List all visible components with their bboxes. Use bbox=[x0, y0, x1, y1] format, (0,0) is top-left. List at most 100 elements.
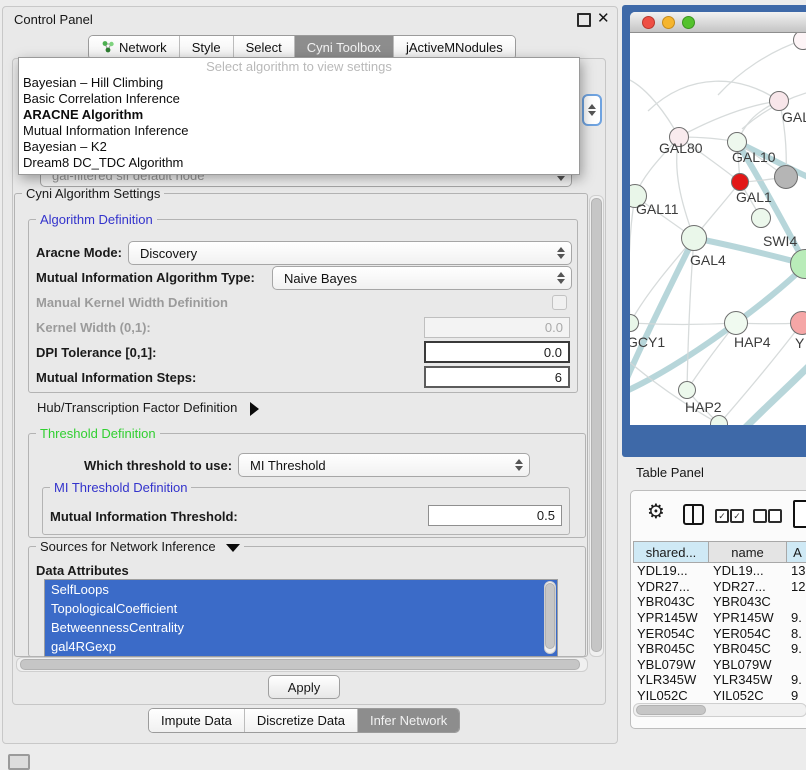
column-header-partial[interactable]: A bbox=[787, 541, 806, 563]
table-row[interactable]: YDL19...YDL19...13 bbox=[633, 563, 806, 579]
checked-checkbox-icon[interactable]: ✓ bbox=[730, 509, 744, 523]
network-node-gal4[interactable] bbox=[681, 225, 707, 251]
column-header-name[interactable]: name bbox=[709, 541, 787, 563]
unchecked-checkbox-icon[interactable] bbox=[768, 509, 782, 523]
mi-steps-field[interactable]: 6 bbox=[424, 366, 570, 388]
tab-discretize-data[interactable]: Discretize Data bbox=[245, 709, 358, 732]
network-node-swi4[interactable] bbox=[751, 208, 771, 228]
unchecked-checkbox-icon[interactable] bbox=[753, 509, 767, 523]
network-canvas[interactable]: GALGAL80GAL10GAL1GAL11SWI4GAL4GCY1HAP4YH… bbox=[630, 33, 806, 425]
tab-impute-data[interactable]: Impute Data bbox=[149, 709, 245, 732]
attributes-scrollbar[interactable] bbox=[544, 581, 556, 654]
table-panel: ⚙ ✓ ✓ shared... name A YDL19...YDL19...1… bbox=[630, 490, 806, 729]
node-label: GAL4 bbox=[690, 252, 726, 268]
which-threshold-combo[interactable]: MI Threshold bbox=[238, 453, 530, 477]
settings-vertical-scrollbar[interactable] bbox=[589, 195, 604, 657]
table-cell: YBR043C bbox=[709, 594, 787, 609]
tab-cyni-toolbox-label: Cyni Toolbox bbox=[307, 40, 381, 55]
network-node[interactable] bbox=[774, 165, 798, 189]
algorithm-option[interactable]: Dream8 DC_TDC Algorithm bbox=[19, 155, 579, 171]
mi-threshold-field[interactable]: 0.5 bbox=[428, 505, 562, 526]
node-label: Y bbox=[795, 335, 804, 351]
close-icon[interactable]: ✕ bbox=[597, 9, 610, 27]
network-node-gal[interactable] bbox=[769, 91, 789, 111]
algorithm-option[interactable]: Mutual Information Inference bbox=[19, 123, 579, 139]
manual-kernel-width-checkbox[interactable] bbox=[552, 295, 567, 310]
tab-jactivemnodules[interactable]: jActiveMNodules bbox=[394, 36, 515, 59]
data-attribute-item[interactable]: BetweennessCentrality bbox=[45, 618, 557, 637]
table-cell: YDR27... bbox=[709, 579, 787, 594]
table-cell: 12 bbox=[787, 579, 806, 594]
chevron-updown-icon bbox=[515, 459, 523, 471]
network-desktop-frame: GALGAL80GAL10GAL1GAL11SWI4GAL4GCY1HAP4YH… bbox=[622, 5, 806, 457]
node-label: SWI4 bbox=[763, 233, 797, 249]
node-label: GAL80 bbox=[659, 140, 703, 156]
check-icon: ✓ bbox=[718, 511, 726, 522]
chevron-updown-icon bbox=[557, 247, 565, 259]
algorithm-dropdown-list: Bayesian – Hill ClimbingBasic Correlatio… bbox=[19, 75, 579, 171]
table-row[interactable]: YDR27...YDR27...12 bbox=[633, 579, 806, 595]
checked-checkbox-icon[interactable]: ✓ bbox=[715, 509, 729, 523]
tab-select[interactable]: Select bbox=[234, 36, 295, 59]
apply-button[interactable]: Apply bbox=[268, 675, 340, 699]
zoom-traffic-light-icon[interactable] bbox=[682, 16, 695, 29]
algorithm-definition-title: Algorithm Definition bbox=[36, 212, 157, 227]
data-attributes-label: Data Attributes bbox=[36, 563, 129, 578]
network-window-titlebar[interactable] bbox=[630, 12, 806, 33]
mi-algorithm-type-label: Mutual Information Algorithm Type: bbox=[36, 270, 255, 285]
table-cell: 9. bbox=[787, 672, 806, 687]
data-attribute-item[interactable]: SelfLoops bbox=[45, 580, 557, 599]
algorithm-option[interactable]: ARACNE Algorithm bbox=[19, 107, 579, 123]
kernel-width-label: Kernel Width (0,1): bbox=[36, 320, 151, 335]
data-attributes-list[interactable]: SelfLoopsTopologicalCoefficientBetweenne… bbox=[44, 579, 558, 657]
table-panel-title: Table Panel bbox=[636, 465, 704, 480]
dpi-tolerance-label: DPI Tolerance [0,1]: bbox=[36, 345, 156, 360]
table-row[interactable]: YBR043CYBR043C bbox=[633, 594, 806, 610]
tab-infer-network[interactable]: Infer Network bbox=[358, 709, 459, 732]
aracne-mode-value: Discovery bbox=[140, 246, 197, 261]
expand-right-icon bbox=[250, 402, 259, 416]
mi-algorithm-type-combo[interactable]: Naive Bayes bbox=[272, 266, 572, 290]
algorithm-option[interactable]: Bayesian – Hill Climbing bbox=[19, 75, 579, 91]
table-cell: 9 bbox=[787, 688, 806, 701]
data-attribute-item[interactable]: gal4RGexp bbox=[45, 637, 557, 656]
sources-title-row[interactable]: Sources for Network Inference bbox=[36, 539, 244, 554]
column-header-shared-name[interactable]: shared... bbox=[633, 541, 709, 563]
tab-discretize-data-label: Discretize Data bbox=[257, 713, 345, 728]
algorithm-dropdown: Select algorithm to view settings Bayesi… bbox=[18, 57, 580, 175]
algorithm-option[interactable]: Bayesian – K2 bbox=[19, 139, 579, 155]
table-row[interactable]: YPR145WYPR145W9. bbox=[633, 610, 806, 626]
table-cell: YER054C bbox=[709, 626, 787, 641]
network-node-hap2[interactable] bbox=[678, 381, 696, 399]
inference-algorithm-combo-fragment[interactable] bbox=[582, 94, 602, 126]
settings-horizontal-scrollbar[interactable] bbox=[16, 657, 588, 672]
network-icon bbox=[101, 40, 114, 56]
algorithm-option[interactable]: Basic Correlation Inference bbox=[19, 91, 579, 107]
table-row[interactable]: YBL079WYBL079W bbox=[633, 657, 806, 673]
node-label: GAL1 bbox=[736, 189, 772, 205]
table-horizontal-scrollbar[interactable] bbox=[633, 703, 806, 717]
columns-icon[interactable] bbox=[683, 504, 704, 525]
minimize-traffic-light-icon[interactable] bbox=[662, 16, 675, 29]
mi-threshold-value: 0.5 bbox=[537, 508, 555, 523]
float-window-icon[interactable] bbox=[577, 13, 591, 27]
table-row[interactable]: YLR345WYLR345W9. bbox=[633, 672, 806, 688]
tab-style[interactable]: Style bbox=[180, 36, 234, 59]
table-cell: 9. bbox=[787, 641, 806, 656]
mi-steps-value: 6 bbox=[555, 370, 562, 385]
dpi-tolerance-field[interactable]: 0.0 bbox=[424, 341, 570, 363]
table-cell: YDR27... bbox=[633, 579, 709, 594]
bottom-tabbar: Impute Data Discretize Data Infer Networ… bbox=[148, 708, 460, 733]
close-traffic-light-icon[interactable] bbox=[642, 16, 655, 29]
network-node-hap4[interactable] bbox=[724, 311, 748, 335]
gear-icon[interactable]: ⚙ bbox=[647, 499, 665, 524]
hub-definition-toggle[interactable]: Hub/Transcription Factor Definition bbox=[37, 400, 259, 416]
aracne-mode-combo[interactable]: Discovery bbox=[128, 241, 572, 265]
table-row[interactable]: YER054CYER054C8. bbox=[633, 625, 806, 641]
data-attribute-item[interactable]: TopologicalCoefficient bbox=[45, 599, 557, 618]
tab-network[interactable]: Network bbox=[89, 36, 180, 59]
table-row[interactable]: YBR045CYBR045C9. bbox=[633, 641, 806, 657]
table-row[interactable]: YIL052CYIL052C9 bbox=[633, 688, 806, 701]
tab-cyni-toolbox[interactable]: Cyni Toolbox bbox=[295, 36, 394, 59]
document-icon[interactable] bbox=[793, 500, 806, 528]
